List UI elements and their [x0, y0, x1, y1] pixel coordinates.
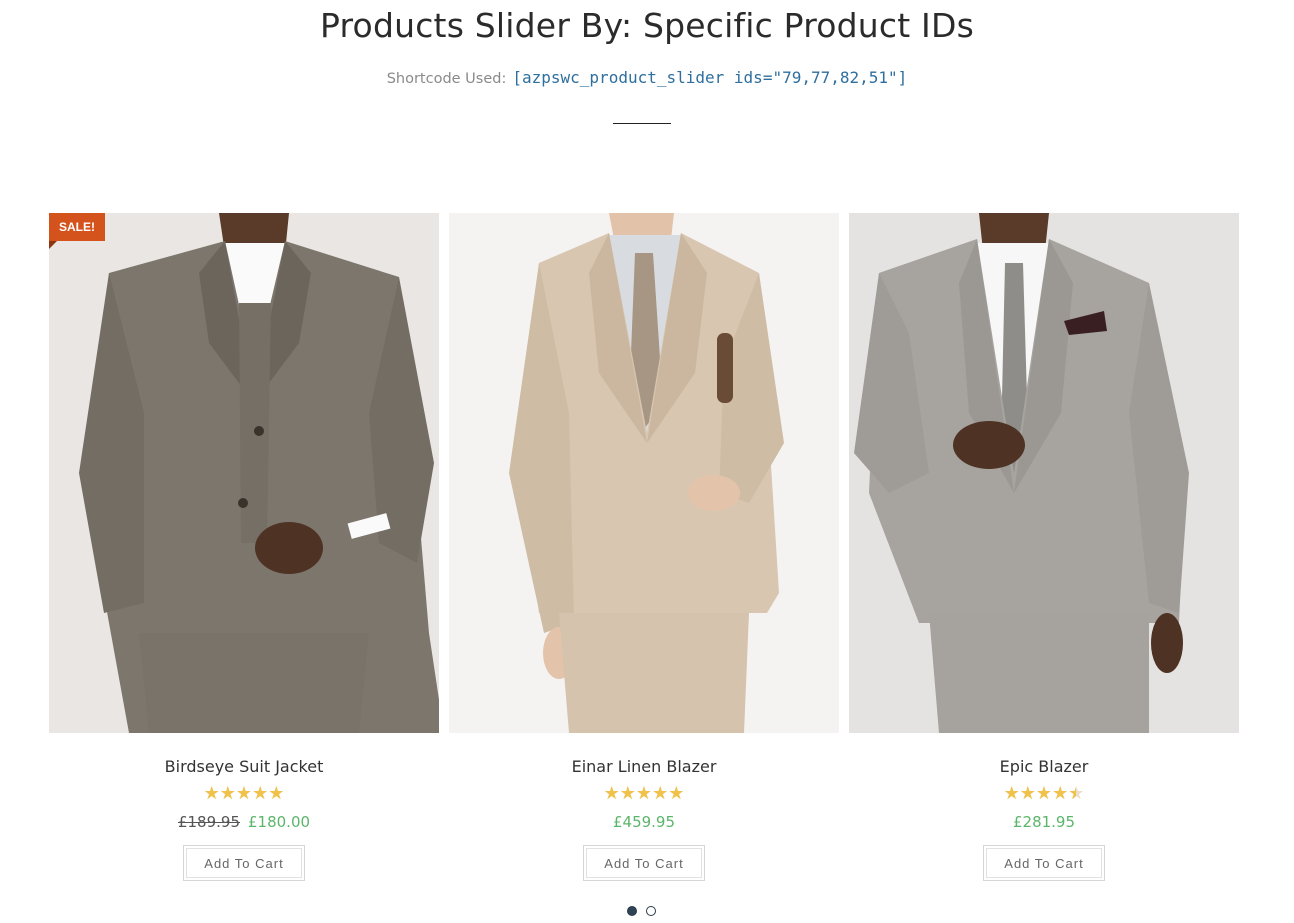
price-current: £180.00: [248, 813, 311, 831]
product-price: £459.95: [449, 811, 839, 833]
product-image[interactable]: [849, 213, 1239, 733]
shortcode-code: [azpswc_product_slider ids="79,77,82,51"…: [512, 68, 908, 87]
product-photo-tweed-suit: [49, 213, 439, 733]
product-photo-grey-blazer: [849, 213, 1239, 733]
price-old: £189.95: [177, 813, 240, 831]
products-slider-page: Products Slider By: Specific Product IDs…: [0, 0, 1294, 923]
add-to-cart-button[interactable]: Add To Cart: [583, 845, 705, 881]
product-image[interactable]: [449, 213, 839, 733]
product-price: £281.95: [849, 811, 1239, 833]
product-rating: ★★★★★ ★★★★★: [849, 783, 1239, 805]
add-to-cart-button[interactable]: Add To Cart: [983, 845, 1105, 881]
slider-dot-1[interactable]: [627, 906, 637, 916]
product-name[interactable]: Birdseye Suit Jacket: [49, 756, 439, 778]
star-rating-icon: ★★★★★ ★★★★★: [203, 783, 285, 804]
title-divider: [613, 123, 671, 124]
shortcode-label: Shortcode Used:: [386, 71, 507, 87]
price-current: £459.95: [612, 813, 676, 831]
shortcode-line: Shortcode Used: [azpswc_product_slider id…: [0, 66, 1294, 91]
product-name[interactable]: Einar Linen Blazer: [449, 756, 839, 778]
product-name[interactable]: Epic Blazer: [849, 756, 1239, 778]
page-title: Products Slider By: Specific Product IDs: [320, 6, 974, 45]
product-rating: ★★★★★ ★★★★★: [49, 783, 439, 805]
product-card-einar-linen-blazer: Einar Linen Blazer ★★★★★ ★★★★★ £459.95 A…: [449, 213, 839, 881]
product-price: £189.95 £180.00: [49, 811, 439, 833]
star-rating-icon: ★★★★★ ★★★★★: [1003, 783, 1085, 804]
product-card-epic-blazer: Epic Blazer ★★★★★ ★★★★★ £281.95 Add To C…: [849, 213, 1239, 881]
add-to-cart-button[interactable]: Add To Cart: [183, 845, 305, 881]
product-card-birdseye-suit-jacket: SALE! Birdseye Suit Jacket ★★★★★ ★★★★★ £…: [49, 213, 439, 881]
product-photo-linen-blazer: [449, 213, 839, 733]
sale-badge: SALE!: [49, 213, 105, 249]
product-rating: ★★★★★ ★★★★★: [449, 783, 839, 805]
slider-pagination: [626, 906, 666, 918]
price-current: £281.95: [1012, 813, 1076, 831]
slider-dot-2[interactable]: [646, 906, 656, 916]
star-rating-icon: ★★★★★ ★★★★★: [603, 783, 685, 804]
product-image[interactable]: SALE!: [49, 213, 439, 733]
